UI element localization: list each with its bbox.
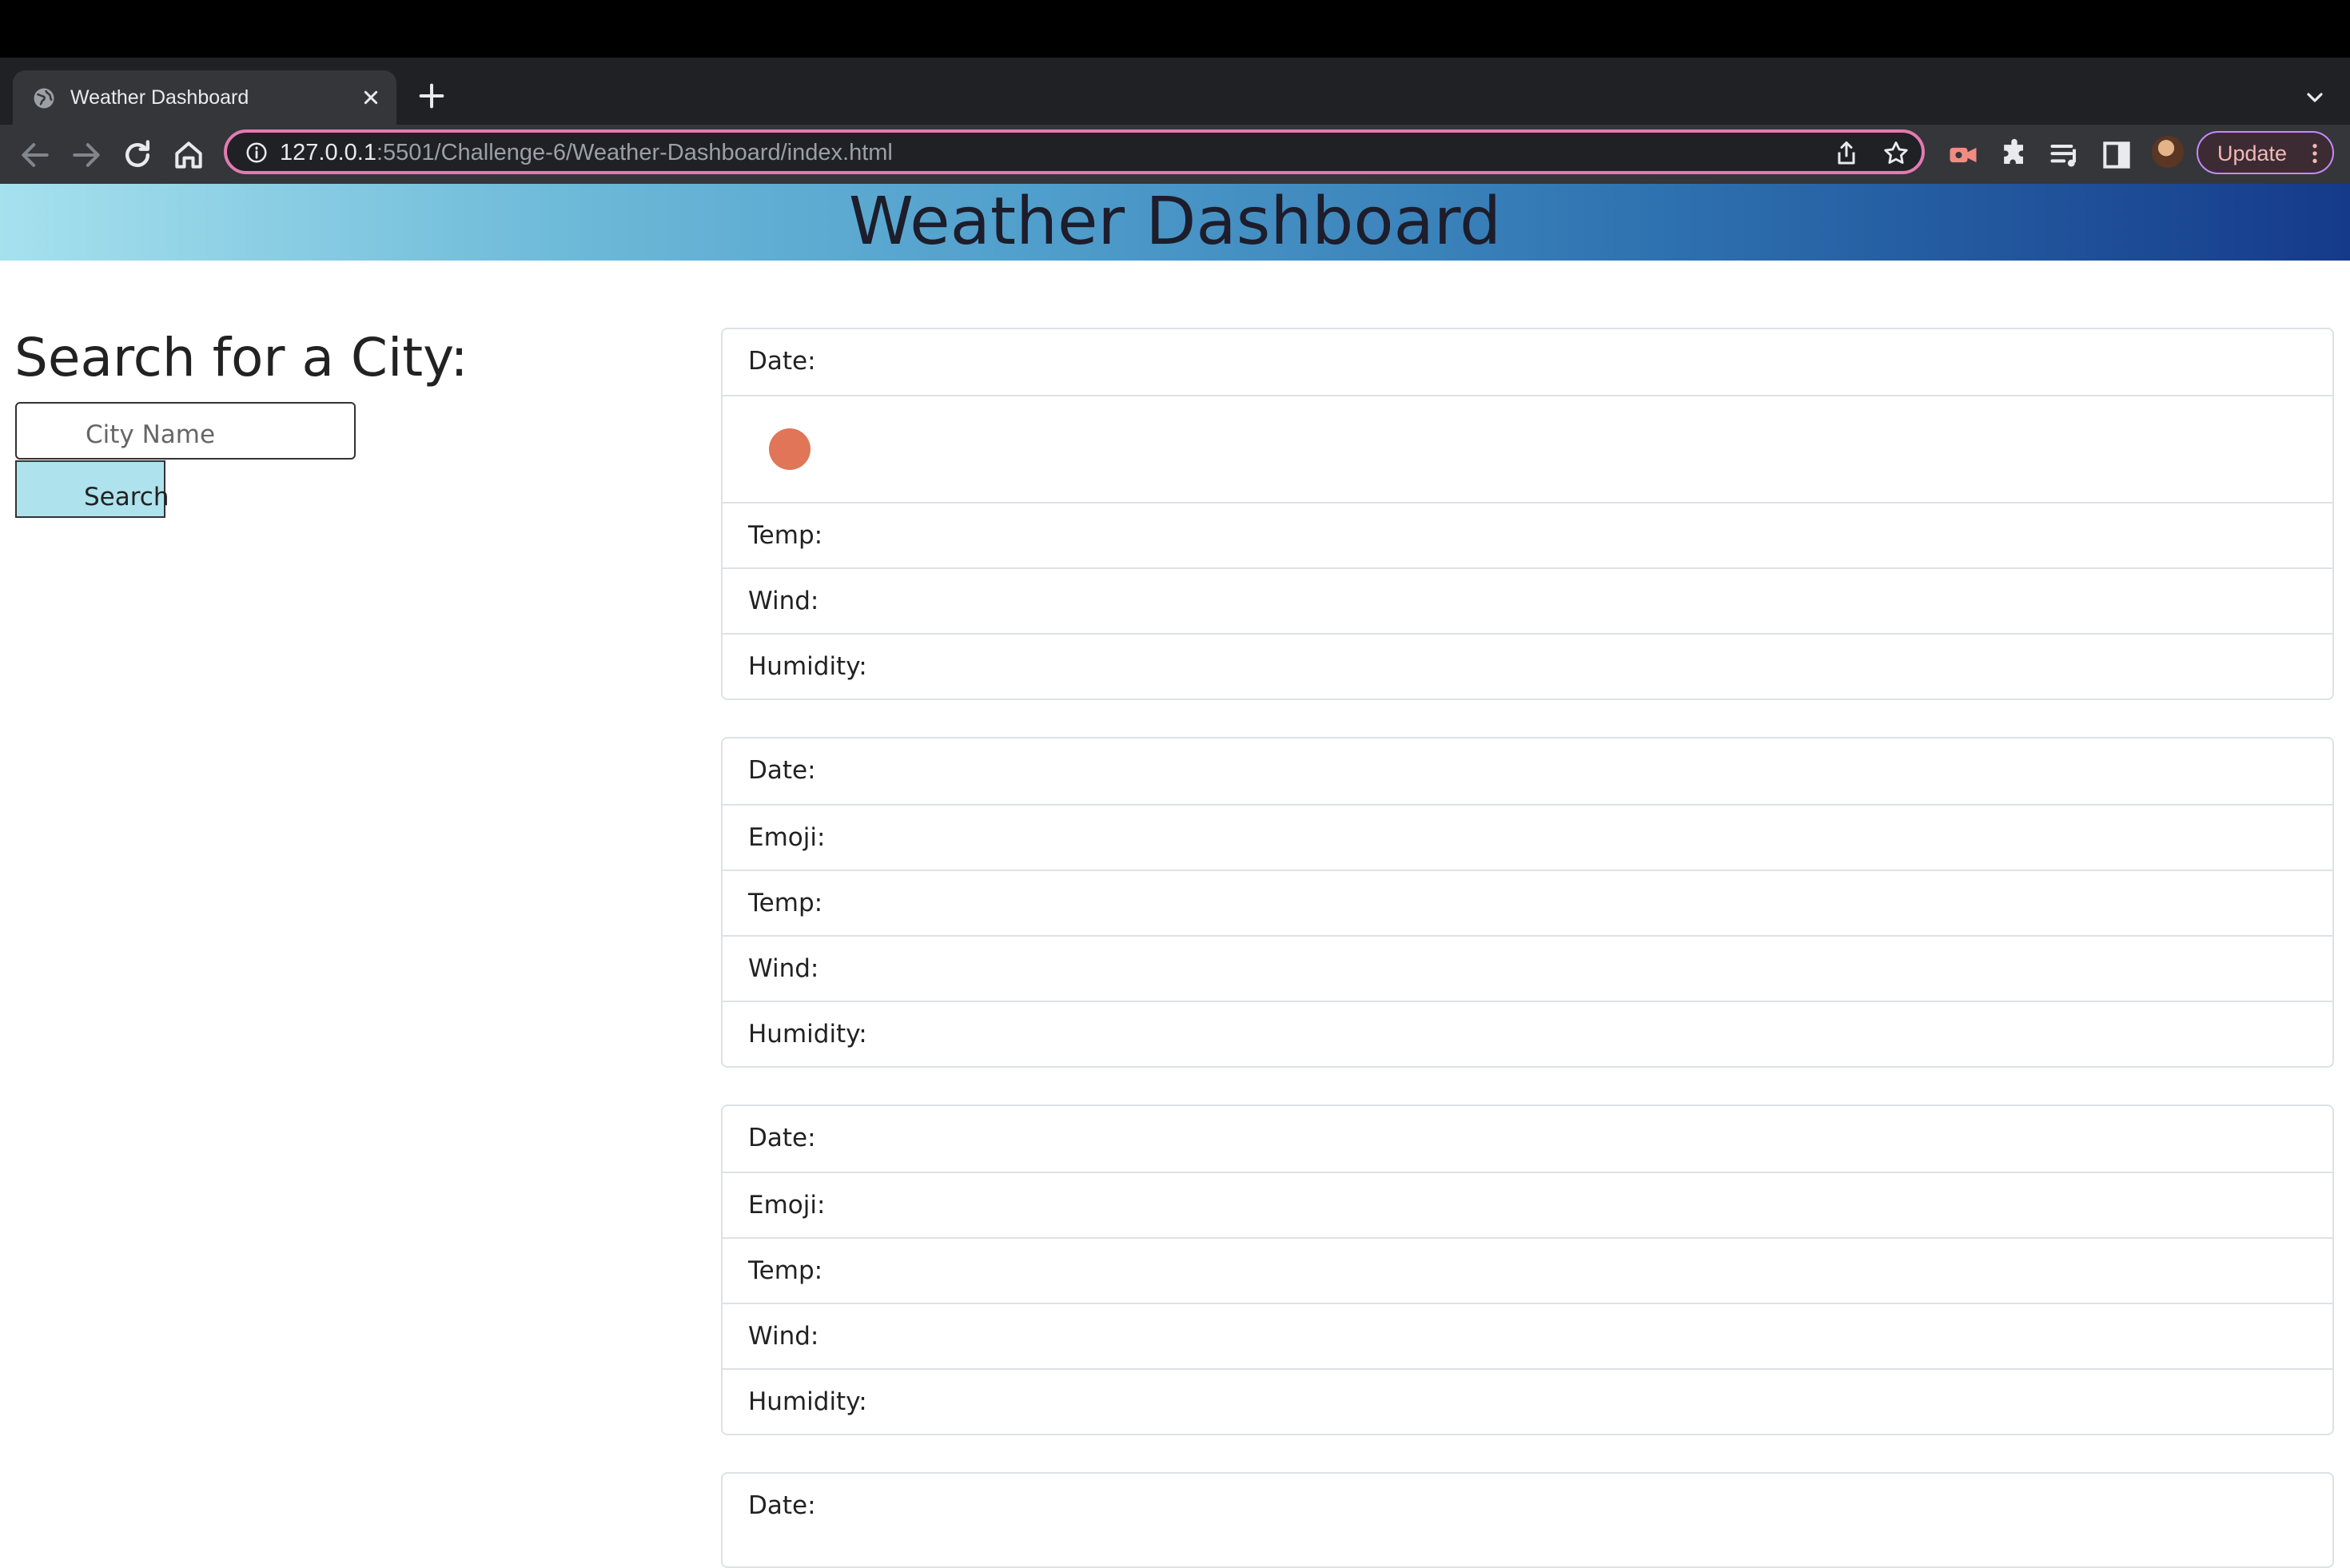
side-panel-icon[interactable] [2099,137,2134,173]
media-queue-icon[interactable] [2048,137,2083,173]
chevron-down-icon[interactable] [2299,85,2331,110]
temp-label: Temp: [748,889,823,917]
card-row-date: Date: [723,329,2332,395]
card-row-wind: Wind: [723,935,2332,1001]
star-icon[interactable] [1882,139,1910,168]
avatar[interactable] [2152,136,2184,168]
more-vert-icon[interactable] [2307,141,2323,166]
temp-label: Temp: [748,1256,823,1285]
forecast-card: Date: [721,1472,2334,1568]
temp-label: Temp: [748,521,823,550]
city-name-input[interactable] [15,402,356,460]
wind-label: Wind: [748,954,819,983]
url-host: 127.0.0.1 [280,140,376,165]
forecast-card: Date: Temp: Wind: Humidity: [721,328,2334,700]
humidity-label: Humidity: [748,1020,867,1049]
wind-label: Wind: [748,1322,819,1351]
date-label: Date: [748,1124,816,1152]
update-label: Update [2217,141,2288,165]
date-label: Date: [748,756,816,785]
screencast-extension-icon[interactable] [1946,137,1981,173]
search-button[interactable]: Search [15,460,169,518]
humidity-label: Humidity: [748,652,867,681]
search-heading: Search for a City: [14,327,468,388]
browser-tab[interactable]: Weather Dashboard [13,70,396,125]
emoji-label: Emoji: [748,1191,826,1220]
card-row-emoji [723,395,2332,502]
card-row-temp: Temp: [723,1237,2332,1303]
card-row-emoji: Emoji: [723,1172,2332,1237]
address-bar[interactable]: 127.0.0.1:5501/Challenge-6/Weather-Dashb… [224,129,1925,174]
reload-icon[interactable] [120,137,155,173]
card-row-wind: Wind: [723,1303,2332,1368]
url-text: 127.0.0.1:5501/Challenge-6/Weather-Dashb… [280,137,893,168]
close-icon[interactable] [358,85,384,110]
forecast-card: Date: Emoji: Temp: Wind: Humidity: [721,737,2334,1068]
card-row-humidity: Humidity: [723,1368,2332,1434]
humidity-label: Humidity: [748,1387,867,1416]
forecast-card: Date: Emoji: Temp: Wind: Humidity: [721,1104,2334,1435]
date-label: Date: [748,347,816,376]
card-row-date: Date: [723,1106,2332,1172]
weather-emoji-icon [769,428,811,470]
wind-label: Wind: [748,587,819,615]
home-icon[interactable] [171,137,206,173]
card-row-humidity: Humidity: [723,1001,2332,1066]
card-row-date: Date: [723,1474,2332,1539]
tab-title: Weather Dashboard [70,86,249,109]
system-menu-bar [0,0,2350,58]
card-row-date: Date: [723,738,2332,804]
globe-icon [34,88,54,109]
page-header: Weather Dashboard [0,184,2350,261]
forward-arrow-icon[interactable] [69,137,104,173]
update-button[interactable]: Update [2197,131,2334,174]
card-row-temp: Temp: [723,870,2332,935]
card-row-humidity: Humidity: [723,633,2332,698]
plus-icon[interactable] [416,80,448,112]
info-icon[interactable] [245,141,269,165]
date-label: Date: [748,1491,816,1520]
card-row-emoji: Emoji: [723,804,2332,870]
emoji-label: Emoji: [748,823,826,852]
card-row-temp: Temp: [723,502,2332,567]
share-icon[interactable] [1832,139,1861,168]
puzzle-icon[interactable] [1997,137,2032,173]
back-arrow-icon[interactable] [18,137,53,173]
url-path: :5501/Challenge-6/Weather-Dashboard/inde… [376,140,893,165]
page-title: Weather Dashboard [848,184,1502,260]
card-row-wind: Wind: [723,567,2332,633]
